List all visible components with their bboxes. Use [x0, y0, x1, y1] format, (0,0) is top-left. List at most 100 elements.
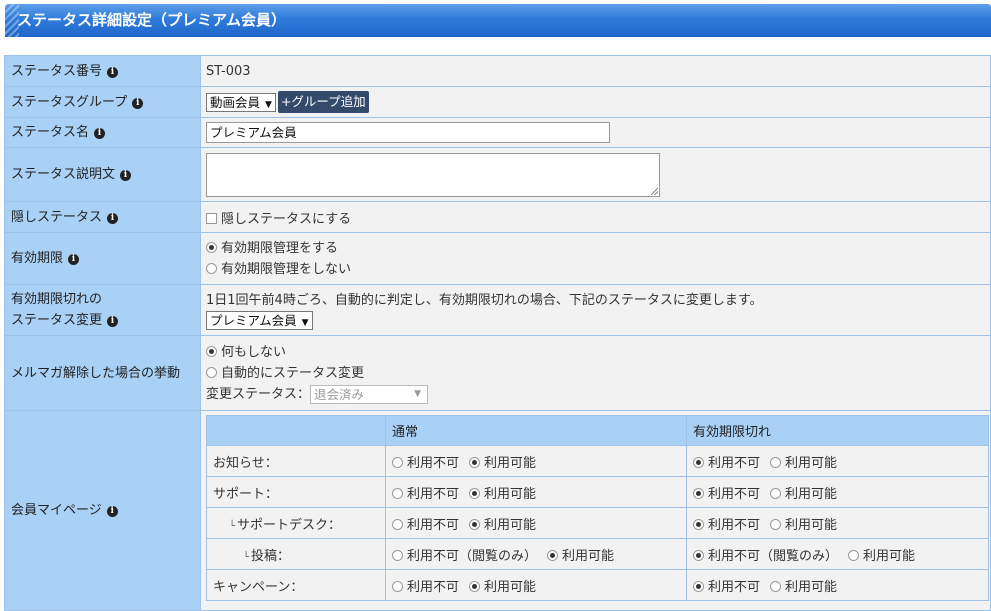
radio-label[interactable]: 何もしない	[221, 345, 286, 360]
radio-option[interactable]: 利用不可	[392, 580, 459, 595]
radio-label[interactable]: 利用可能	[484, 580, 536, 595]
caret-down-icon: ▼	[265, 99, 272, 110]
info-icon[interactable]: i	[106, 506, 118, 517]
hidden-status-checkbox[interactable]	[206, 212, 217, 224]
radio-button[interactable]	[547, 549, 559, 561]
radio-label[interactable]: 利用不可	[708, 518, 760, 533]
radio-button[interactable]	[469, 487, 481, 499]
radio-button[interactable]	[693, 518, 704, 530]
radio-button[interactable]	[469, 456, 481, 468]
radio-label[interactable]: 利用可能	[785, 456, 837, 471]
radio-label[interactable]: 利用可能	[562, 549, 614, 564]
info-icon[interactable]: i	[120, 170, 132, 181]
radio-label[interactable]: 利用不可	[708, 487, 760, 502]
radio-button[interactable]	[693, 487, 704, 499]
radio-option[interactable]: 利用可能	[770, 518, 837, 533]
info-icon[interactable]: i	[68, 254, 80, 265]
radio-button[interactable]	[693, 549, 704, 561]
info-icon[interactable]: i	[94, 128, 106, 139]
normal-options: 利用不可 利用可能	[385, 569, 687, 601]
radio-label[interactable]: 利用不可	[407, 518, 459, 533]
radio-button[interactable]	[770, 487, 782, 499]
radio-option[interactable]: 利用可能	[469, 456, 536, 471]
radio-label[interactable]: 利用可能	[484, 487, 536, 502]
radio-label[interactable]: 利用不可	[708, 456, 760, 471]
radio-button[interactable]	[206, 241, 217, 253]
radio-option[interactable]: 利用不可	[392, 456, 459, 471]
radio-option[interactable]: 利用不可	[392, 487, 459, 502]
radio-label[interactable]: 利用不可	[407, 456, 459, 471]
radio-button[interactable]	[206, 345, 217, 357]
normal-options: 利用不可 利用可能	[385, 507, 687, 539]
radio-option[interactable]: 利用可能	[770, 487, 837, 502]
radio-label[interactable]: 利用不可	[708, 580, 760, 595]
radio-option[interactable]: 利用不可	[693, 580, 760, 595]
table-row: キャンペーン： 利用不可 利用可能 利用不可 利用可能	[206, 569, 989, 601]
radio-button[interactable]	[469, 518, 481, 530]
radio-option[interactable]: 利用可能	[770, 456, 837, 471]
radio-label[interactable]: 利用不可（閲覧のみ）	[708, 549, 838, 564]
expiration-option-no-manage[interactable]: 有効期限管理をしない	[206, 259, 986, 280]
item-label-news: お知らせ：	[206, 445, 386, 477]
mailmag-option-auto-change[interactable]: 自動的にステータス変更	[206, 363, 986, 384]
hidden-status-checkbox-label[interactable]: 隠しステータスにする	[221, 212, 351, 227]
expired-change-select[interactable]: プレミアム会員 ▼	[206, 311, 313, 330]
radio-button[interactable]	[770, 456, 782, 468]
radio-label[interactable]: 利用不可（閲覧のみ）	[407, 549, 537, 564]
radio-label[interactable]: 利用不可	[407, 487, 459, 502]
radio-label[interactable]: 利用可能	[785, 580, 837, 595]
info-icon[interactable]: i	[107, 316, 119, 327]
status-number-cell: ST-003	[200, 55, 991, 87]
radio-button[interactable]	[392, 518, 403, 530]
radio-label[interactable]: 利用可能	[863, 549, 915, 564]
radio-label[interactable]: 利用可能	[785, 518, 837, 533]
expiration-option-manage[interactable]: 有効期限管理をする	[206, 238, 986, 259]
info-icon[interactable]: i	[132, 97, 144, 109]
expired-change-description: 1日1回午前4時ごろ、自動的に判定し、有効期限切れの場合、下記のステータスに変更…	[206, 293, 763, 308]
radio-label[interactable]: 利用可能	[785, 487, 837, 502]
radio-option[interactable]: 利用可能	[848, 549, 915, 564]
radio-label[interactable]: 利用可能	[484, 456, 536, 471]
column-header-expired: 有効期限切れ	[686, 415, 989, 446]
radio-button[interactable]	[693, 580, 704, 592]
radio-option[interactable]: 利用可能	[770, 580, 837, 595]
radio-button[interactable]	[392, 456, 403, 468]
status-description-textarea[interactable]	[206, 152, 660, 197]
radio-option[interactable]: 利用不可（閲覧のみ）	[693, 549, 838, 564]
info-icon[interactable]: i	[107, 212, 119, 224]
radio-label[interactable]: 自動的にステータス変更	[221, 366, 364, 381]
radio-label[interactable]: 利用不可	[407, 580, 459, 595]
radio-button[interactable]	[392, 549, 403, 561]
radio-option[interactable]: 利用可能	[469, 487, 536, 502]
radio-label[interactable]: 有効期限管理をする	[221, 241, 338, 256]
add-group-button[interactable]: +グループ追加	[277, 91, 369, 113]
radio-option[interactable]: 利用可能	[469, 518, 536, 533]
radio-option[interactable]: 利用可能	[469, 580, 536, 595]
radio-button[interactable]	[206, 262, 217, 274]
radio-button[interactable]	[848, 549, 860, 561]
mailmag-unsubscribe-label-cell: メルマガ解除した場合の挙動	[4, 335, 201, 411]
status-description-label-cell: ステータス説明文 i	[4, 147, 201, 202]
radio-option[interactable]: 利用不可	[693, 518, 760, 533]
radio-button[interactable]	[770, 580, 782, 592]
radio-option[interactable]: 利用不可	[392, 518, 459, 533]
radio-button[interactable]	[392, 580, 403, 592]
radio-option[interactable]: 利用可能	[547, 549, 614, 564]
status-name-label-cell: ステータス名 i	[4, 117, 201, 148]
info-icon[interactable]: i	[107, 66, 119, 78]
status-group-select[interactable]: 動画会員 ▼	[206, 92, 276, 112]
radio-label[interactable]: 利用可能	[484, 518, 536, 533]
radio-label[interactable]: 有効期限管理をしない	[221, 262, 351, 277]
status-name-cell: プレミアム会員	[200, 117, 991, 148]
radio-button[interactable]	[392, 487, 403, 499]
mailmag-option-nothing[interactable]: 何もしない	[206, 342, 986, 363]
radio-button[interactable]	[770, 518, 782, 530]
radio-button[interactable]	[469, 580, 481, 592]
radio-option[interactable]: 利用不可	[693, 456, 760, 471]
radio-option[interactable]: 利用不可（閲覧のみ）	[392, 549, 537, 564]
radio-option[interactable]: 利用不可	[693, 487, 760, 502]
radio-button[interactable]	[206, 366, 217, 378]
radio-button[interactable]	[693, 456, 704, 468]
expiration-label-cell: 有効期限 i	[4, 232, 201, 285]
status-name-input[interactable]: プレミアム会員	[206, 122, 610, 143]
